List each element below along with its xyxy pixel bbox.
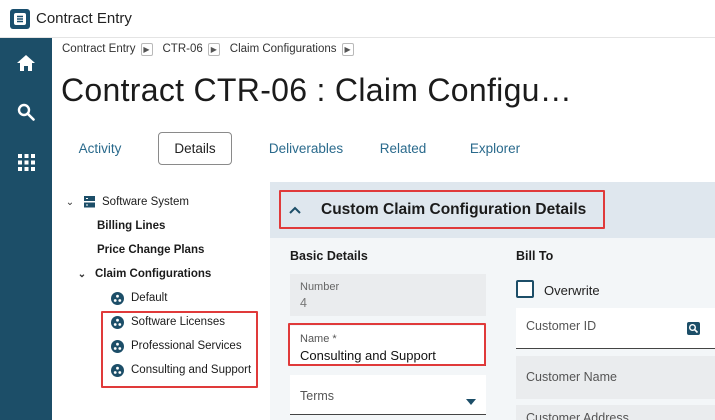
breadcrumb-item[interactable]: Claim Configurations ▶ bbox=[230, 42, 354, 56]
tree-item-claim-configurations[interactable]: ⌄ Claim Configurations bbox=[76, 264, 211, 284]
breadcrumb: Contract Entry ▶ CTR-06 ▶ Claim Configur… bbox=[62, 41, 364, 57]
claim-config-icon bbox=[111, 291, 124, 305]
app-title: Contract Entry bbox=[36, 10, 132, 27]
overwrite-checkbox[interactable] bbox=[516, 280, 534, 298]
search-icon[interactable] bbox=[0, 90, 52, 134]
tab-details[interactable]: Details bbox=[158, 132, 232, 165]
breadcrumb-label[interactable]: Contract Entry bbox=[62, 43, 136, 55]
customer-name-field: Customer Name bbox=[516, 356, 715, 399]
tree-item-software-licenses[interactable]: Software Licenses bbox=[111, 312, 225, 332]
tree-item-label: Professional Services bbox=[131, 340, 242, 352]
name-value[interactable]: Consulting and Support bbox=[300, 348, 436, 363]
chevron-down-icon[interactable]: ⌄ bbox=[64, 197, 76, 208]
tree-item-default[interactable]: Default bbox=[111, 288, 167, 308]
tree-item-label: Default bbox=[131, 292, 168, 304]
tree-item-label: Consulting and Support bbox=[131, 364, 252, 376]
chevron-right-icon[interactable]: ▶ bbox=[207, 42, 220, 56]
tab-activity[interactable]: Activity bbox=[62, 132, 138, 165]
chevron-right-icon[interactable]: ▶ bbox=[341, 42, 354, 56]
name-label: Name * bbox=[300, 333, 337, 345]
explorer-tree: ⌄ Software System Billing Lines Price Ch… bbox=[52, 182, 261, 420]
tree-item-professional-services[interactable]: Professional Services bbox=[111, 336, 242, 356]
overwrite-label: Overwrite bbox=[544, 283, 600, 298]
tree-item-label: Software System bbox=[102, 196, 189, 208]
basic-details-heading: Basic Details bbox=[290, 249, 368, 263]
claim-config-icon bbox=[111, 315, 124, 329]
title-bar: Contract Entry bbox=[0, 0, 715, 38]
breadcrumb-item[interactable]: CTR-06 ▶ bbox=[163, 42, 220, 56]
chevron-right-icon[interactable]: ▶ bbox=[140, 42, 153, 56]
terms-label: Terms bbox=[300, 389, 335, 403]
customer-name-label: Customer Name bbox=[526, 370, 617, 384]
chevron-up-icon[interactable] bbox=[286, 201, 304, 219]
claim-config-icon bbox=[111, 363, 124, 377]
name-field[interactable]: Name * Consulting and Support bbox=[290, 326, 486, 366]
bill-to-heading: Bill To bbox=[516, 249, 554, 263]
tree-item-consulting-and-support[interactable]: Consulting and Support bbox=[111, 360, 251, 380]
section-title: Custom Claim Configuration Details bbox=[321, 201, 587, 218]
tree-item-price-change-plans[interactable]: Price Change Plans bbox=[97, 240, 204, 260]
breadcrumb-item[interactable]: Contract Entry ▶ bbox=[62, 42, 153, 56]
number-field: Number 4 bbox=[290, 274, 486, 316]
tree-item-label: Claim Configurations bbox=[95, 268, 212, 280]
tab-explorer[interactable]: Explorer bbox=[459, 132, 531, 165]
tab-deliverables[interactable]: Deliverables bbox=[261, 132, 351, 165]
home-icon[interactable] bbox=[0, 41, 52, 85]
number-value: 4 bbox=[300, 296, 307, 310]
customer-address-field: Customer Address bbox=[516, 405, 715, 420]
apps-grid-icon[interactable] bbox=[0, 140, 52, 184]
tree-item-billing-lines[interactable]: Billing Lines bbox=[97, 216, 165, 236]
customer-address-label: Customer Address bbox=[526, 411, 629, 420]
number-label: Number bbox=[300, 281, 340, 293]
lookup-search-icon[interactable] bbox=[687, 322, 700, 340]
claim-config-icon bbox=[111, 339, 124, 353]
tab-related[interactable]: Related bbox=[369, 132, 437, 165]
terms-dropdown[interactable]: Terms bbox=[290, 375, 486, 415]
dropdown-arrow-icon[interactable] bbox=[466, 392, 476, 410]
system-icon bbox=[84, 196, 95, 208]
tree-item-label: Software Licenses bbox=[131, 316, 225, 328]
customer-id-label: Customer ID bbox=[526, 319, 597, 333]
app-logo-icon bbox=[10, 8, 30, 29]
breadcrumb-label[interactable]: CTR-06 bbox=[163, 43, 203, 55]
page-title: Contract CTR-06 : Claim Configu… bbox=[61, 72, 573, 108]
customer-id-field[interactable]: Customer ID bbox=[516, 308, 715, 349]
tree-item-software-system[interactable]: ⌄ Software System bbox=[64, 192, 189, 212]
tab-bar: Activity Details Deliverables Related Ex… bbox=[62, 132, 531, 165]
nav-rail bbox=[0, 38, 52, 420]
breadcrumb-label[interactable]: Claim Configurations bbox=[230, 43, 337, 55]
chevron-down-icon[interactable]: ⌄ bbox=[76, 269, 88, 280]
